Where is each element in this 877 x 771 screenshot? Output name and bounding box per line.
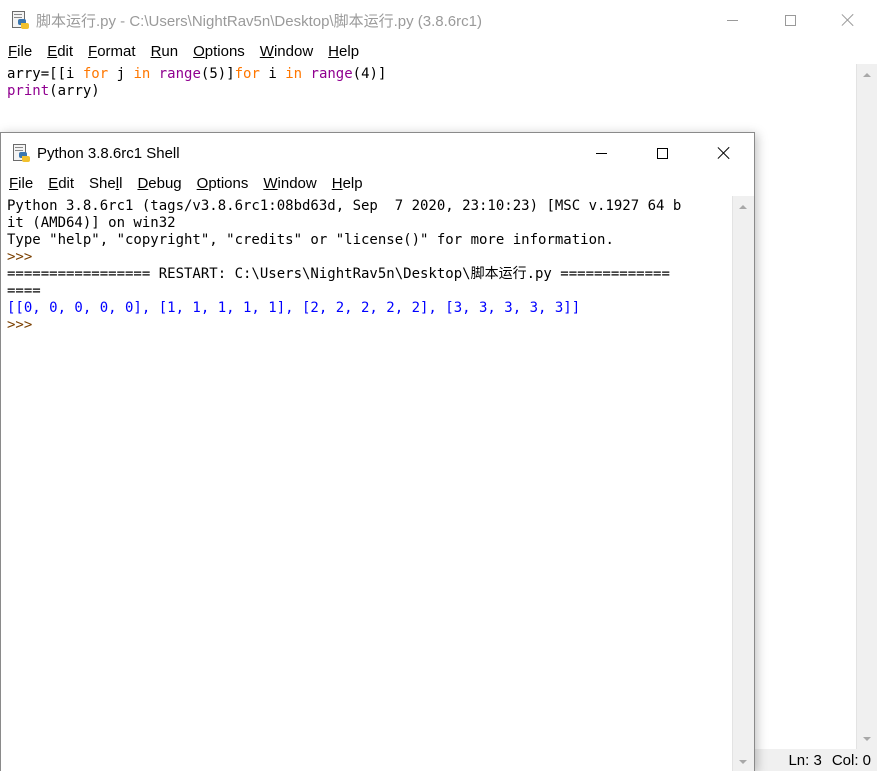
idle-python-icon — [11, 143, 31, 163]
editor-titlebar[interactable]: 脚本运行.py - C:\Users\NightRav5n\Desktop\脚本… — [0, 0, 877, 40]
minimize-icon — [596, 152, 607, 154]
editor-minimize-button[interactable] — [703, 0, 761, 40]
code-line-1: arry=[[i for j in range(5)]for i in rang… — [7, 66, 387, 82]
shell-menu-options[interactable]: Options — [189, 175, 256, 192]
shell-program-output: [[0, 0, 0, 0, 0], [1, 1, 1, 1, 1], [2, 2… — [7, 300, 581, 316]
shell-menu-shell[interactable]: Shell — [81, 175, 129, 192]
editor-vertical-scrollbar[interactable] — [856, 64, 877, 749]
chevron-up-icon — [863, 72, 871, 77]
editor-menu-edit[interactable]: Edit — [39, 43, 80, 60]
editor-menu-file[interactable]: File — [0, 43, 39, 60]
shell-prompt: >>> — [7, 249, 41, 265]
close-icon — [717, 146, 731, 160]
shell-output-area[interactable]: Python 3.8.6rc1 (tags/v3.8.6rc1:08bd63d,… — [7, 198, 729, 334]
editor-menu-options[interactable]: Options — [185, 43, 252, 60]
shell-menu-window[interactable]: Window — [255, 175, 323, 192]
maximize-icon — [784, 14, 796, 26]
editor-statusbar: Ln: 3 Col: 0 — [750, 749, 877, 771]
editor-menu-help[interactable]: Help — [320, 43, 366, 60]
idle-python-icon — [10, 10, 30, 30]
shell-window-controls — [571, 133, 754, 173]
editor-maximize-button[interactable] — [761, 0, 819, 40]
shell-title: Python 3.8.6rc1 Shell — [37, 144, 180, 162]
shell-menu-edit[interactable]: Edit — [40, 175, 81, 192]
shell-scroll-up-button[interactable] — [733, 198, 753, 215]
shell-prompt-current[interactable]: >>> — [7, 317, 729, 334]
shell-minimize-button[interactable] — [571, 133, 632, 173]
editor-title: 脚本运行.py - C:\Users\NightRav5n\Desktop\脚本… — [36, 12, 482, 30]
shell-banner-line-3: Type "help", "copyright", "credits" or "… — [7, 232, 614, 248]
shell-titlebar[interactable]: Python 3.8.6rc1 Shell — [1, 133, 754, 173]
shell-menu-debug[interactable]: Debug — [129, 175, 188, 192]
editor-code-area[interactable]: arry=[[i for j in range(5)]for i in rang… — [7, 66, 847, 100]
editor-menu-window[interactable]: Window — [252, 43, 320, 60]
shell-vertical-scrollbar[interactable] — [732, 196, 754, 771]
shell-restart-line-2: ==== — [7, 283, 41, 299]
shell-scroll-down-button[interactable] — [733, 753, 753, 770]
shell-menubar: File Edit Shell Debug Options Window Hel… — [1, 172, 754, 194]
shell-menu-file[interactable]: File — [1, 175, 40, 192]
editor-scroll-down-button[interactable] — [857, 730, 877, 747]
minimize-icon — [726, 19, 738, 21]
editor-scroll-up-button[interactable] — [857, 66, 877, 83]
status-line: Ln: 3 — [788, 751, 822, 769]
shell-banner-line-2: it (AMD64)] on win32 — [7, 215, 176, 231]
chevron-down-icon — [739, 759, 747, 764]
editor-menu-run[interactable]: Run — [143, 43, 186, 60]
shell-menu-help[interactable]: Help — [324, 175, 370, 192]
shell-restart-line-1: ================= RESTART: C:\Users\Nigh… — [7, 266, 670, 282]
editor-window-controls — [703, 0, 877, 40]
shell-window: Python 3.8.6rc1 Shell File Edit Shell De… — [0, 132, 755, 771]
status-column: Col: 0 — [831, 751, 871, 769]
shell-banner-line-1: Python 3.8.6rc1 (tags/v3.8.6rc1:08bd63d,… — [7, 198, 682, 214]
editor-menu-format[interactable]: Format — [80, 43, 143, 60]
editor-close-button[interactable] — [819, 0, 877, 40]
chevron-down-icon — [863, 736, 871, 741]
shell-close-button[interactable] — [693, 133, 754, 173]
close-icon — [841, 13, 855, 27]
shell-maximize-button[interactable] — [632, 133, 693, 173]
maximize-icon — [657, 147, 668, 159]
editor-menubar: File Edit Format Run Options Window Help — [0, 40, 877, 62]
chevron-up-icon — [739, 204, 747, 209]
code-line-2: print(arry) — [7, 83, 100, 99]
